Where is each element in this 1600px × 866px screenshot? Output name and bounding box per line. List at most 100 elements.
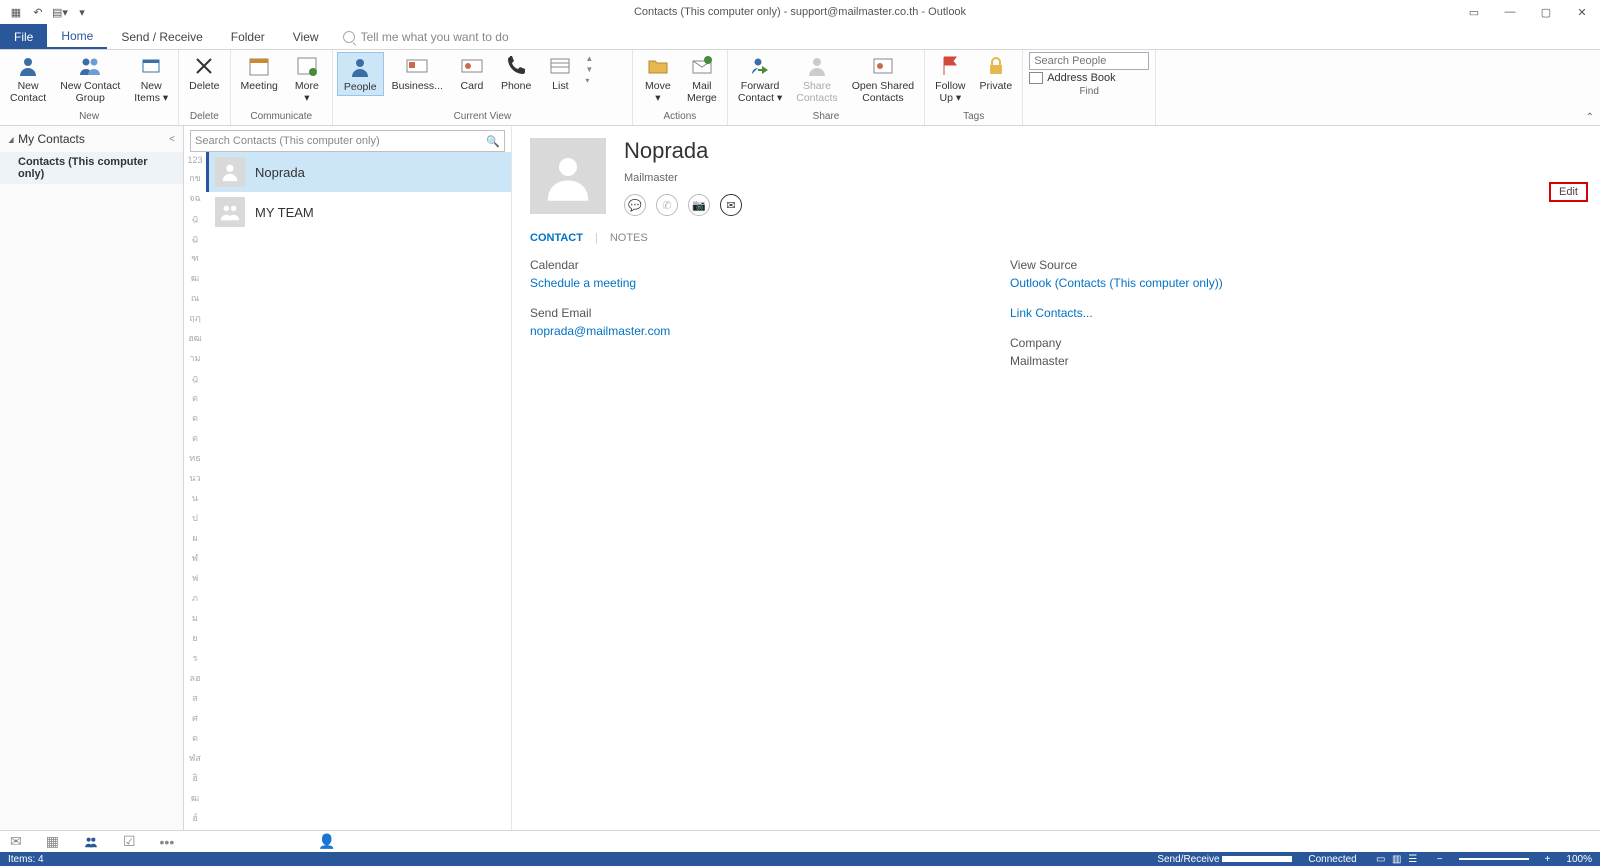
view-business-button[interactable]: Business...	[386, 52, 449, 94]
undo-icon[interactable]: ↶	[30, 4, 46, 20]
contact-entry[interactable]: Noprada	[206, 152, 511, 192]
gallery-down-icon[interactable]: ▼	[585, 65, 593, 74]
alpha-letter[interactable]: ฤฦ	[184, 308, 206, 328]
alpha-letter[interactable]: ฬส	[184, 748, 206, 768]
alpha-letter[interactable]: 123	[184, 152, 206, 168]
tell-me-search[interactable]: Tell me what you want to do	[343, 24, 509, 49]
alpha-letter[interactable]: ฮ์	[184, 808, 206, 828]
address-book-button[interactable]: Address Book	[1029, 72, 1149, 84]
nav-more-icon[interactable]: •••	[160, 834, 175, 850]
zoom-out-icon[interactable]: −	[1437, 854, 1443, 865]
alpha-letter[interactable]: ฑ	[184, 248, 206, 268]
mail-icon[interactable]: ✉	[720, 194, 742, 216]
alpha-letter[interactable]: ย	[184, 628, 206, 648]
alpha-index[interactable]: 123กขจฉฎฏฑฒณฤฦฮฒามฎดดดทธนวนปผฬฟภมยรลฮสศด…	[184, 152, 206, 830]
alpha-letter[interactable]: ฬ	[184, 548, 206, 568]
alpha-letter[interactable]: ศ	[184, 708, 206, 728]
alpha-letter[interactable]: ฎ	[184, 368, 206, 388]
nav-header[interactable]: My Contacts<	[0, 126, 183, 152]
alpha-letter[interactable]: ผ	[184, 528, 206, 548]
alpha-letter[interactable]: กข	[184, 168, 206, 188]
zoom-slider[interactable]	[1459, 858, 1529, 860]
new-contact-button[interactable]: New Contact	[4, 52, 52, 106]
search-people-input[interactable]	[1029, 52, 1149, 70]
nav-people-icon[interactable]	[83, 835, 99, 849]
close-icon[interactable]: ✕	[1564, 0, 1600, 24]
minimize-icon[interactable]: —	[1492, 0, 1528, 24]
alpha-letter[interactable]: ด	[184, 428, 206, 448]
tab-folder[interactable]: Folder	[217, 24, 279, 49]
collapse-ribbon-icon[interactable]: ⌃	[1586, 112, 1594, 123]
call-icon[interactable]: ✆	[656, 194, 678, 216]
alpha-letter[interactable]: ส	[184, 688, 206, 708]
forward-contact-button[interactable]: Forward Contact ▾	[732, 52, 788, 106]
view-card-button[interactable]: Card	[451, 52, 493, 94]
alpha-letter[interactable]: ด	[184, 728, 206, 748]
tab-home[interactable]: Home	[47, 24, 107, 49]
view-list-button[interactable]: List	[539, 52, 581, 94]
chat-icon[interactable]: 💬	[624, 194, 646, 216]
more-button[interactable]: More ▾	[286, 52, 328, 106]
alpha-letter[interactable]: จฉ	[184, 188, 206, 208]
alpha-letter[interactable]: ม	[184, 608, 206, 628]
alpha-letter[interactable]: ด	[184, 408, 206, 428]
tab-view[interactable]: View	[279, 24, 333, 49]
private-button[interactable]: Private	[974, 52, 1019, 94]
zoom-in-icon[interactable]: +	[1545, 854, 1551, 865]
view-source-link[interactable]: Outlook (Contacts (This computer only))	[1010, 276, 1223, 290]
search-icon[interactable]: 🔍	[486, 135, 500, 148]
edit-button[interactable]: Edit	[1549, 182, 1588, 202]
tab-contact[interactable]: CONTACT	[530, 232, 583, 244]
nav-calendar-icon[interactable]: ▦	[46, 833, 59, 850]
open-shared-contacts-button[interactable]: Open Shared Contacts	[846, 52, 920, 106]
gallery-up-icon[interactable]: ▲	[585, 54, 593, 63]
view-phone-button[interactable]: Phone	[495, 52, 537, 94]
new-contact-group-button[interactable]: New Contact Group	[54, 52, 126, 106]
meeting-button[interactable]: Meeting	[235, 52, 284, 94]
nav-folder-contacts[interactable]: Contacts (This computer only)	[0, 152, 183, 184]
alpha-letter[interactable]: ฮิ	[184, 768, 206, 788]
nav-people-pane-icon[interactable]: 👤	[318, 833, 335, 850]
alpha-letter[interactable]: ด	[184, 828, 206, 830]
alpha-letter[interactable]: ฮฒ	[184, 328, 206, 348]
follow-up-button[interactable]: Follow Up ▾	[929, 52, 971, 106]
contact-entry[interactable]: MY TEAM	[206, 192, 511, 232]
alpha-letter[interactable]: ป	[184, 508, 206, 528]
gallery-more-icon[interactable]: ▾	[585, 76, 593, 85]
alpha-letter[interactable]: ฎ	[184, 208, 206, 228]
qat-icon[interactable]: ▤▾	[52, 4, 68, 20]
ribbon-options-icon[interactable]: ▭	[1456, 0, 1492, 24]
maximize-icon[interactable]: ▢	[1528, 0, 1564, 24]
delete-button[interactable]: Delete	[183, 52, 225, 94]
alpha-letter[interactable]: ด	[184, 388, 206, 408]
alpha-letter[interactable]: ฟ	[184, 568, 206, 588]
alpha-letter[interactable]: น	[184, 488, 206, 508]
collapse-nav-icon[interactable]: <	[169, 134, 175, 145]
view-people-button[interactable]: People	[337, 52, 384, 96]
alpha-letter[interactable]: ฏ	[184, 228, 206, 248]
alpha-letter[interactable]: าม	[184, 348, 206, 368]
move-button[interactable]: Move ▾	[637, 52, 679, 106]
email-link[interactable]: noprada@mailmaster.com	[530, 324, 1010, 338]
mail-merge-button[interactable]: Mail Merge	[681, 52, 723, 106]
alpha-letter[interactable]: ร	[184, 648, 206, 668]
nav-tasks-icon[interactable]: ☑	[123, 833, 136, 850]
alpha-letter[interactable]: ฒ	[184, 788, 206, 808]
tab-notes[interactable]: NOTES	[610, 232, 648, 244]
qat-customize-icon[interactable]: ▾	[74, 4, 90, 20]
link-contacts-link[interactable]: Link Contacts...	[1010, 306, 1223, 320]
video-icon[interactable]: 📷	[688, 194, 710, 216]
alpha-letter[interactable]: ภ	[184, 588, 206, 608]
alpha-letter[interactable]: ฒ	[184, 268, 206, 288]
tab-file[interactable]: File	[0, 24, 47, 49]
schedule-meeting-link[interactable]: Schedule a meeting	[530, 276, 1010, 290]
new-items-button[interactable]: New Items ▾	[128, 52, 174, 106]
alpha-letter[interactable]: นว	[184, 468, 206, 488]
tab-send-receive[interactable]: Send / Receive	[107, 24, 216, 49]
view-buttons[interactable]: ▭▥☰	[1373, 854, 1421, 865]
alpha-letter[interactable]: ทธ	[184, 448, 206, 468]
alpha-letter[interactable]: ณ	[184, 288, 206, 308]
nav-mail-icon[interactable]: ✉	[10, 833, 22, 850]
alpha-letter[interactable]: ลฮ	[184, 668, 206, 688]
qat-icon[interactable]: ▦	[8, 4, 24, 20]
